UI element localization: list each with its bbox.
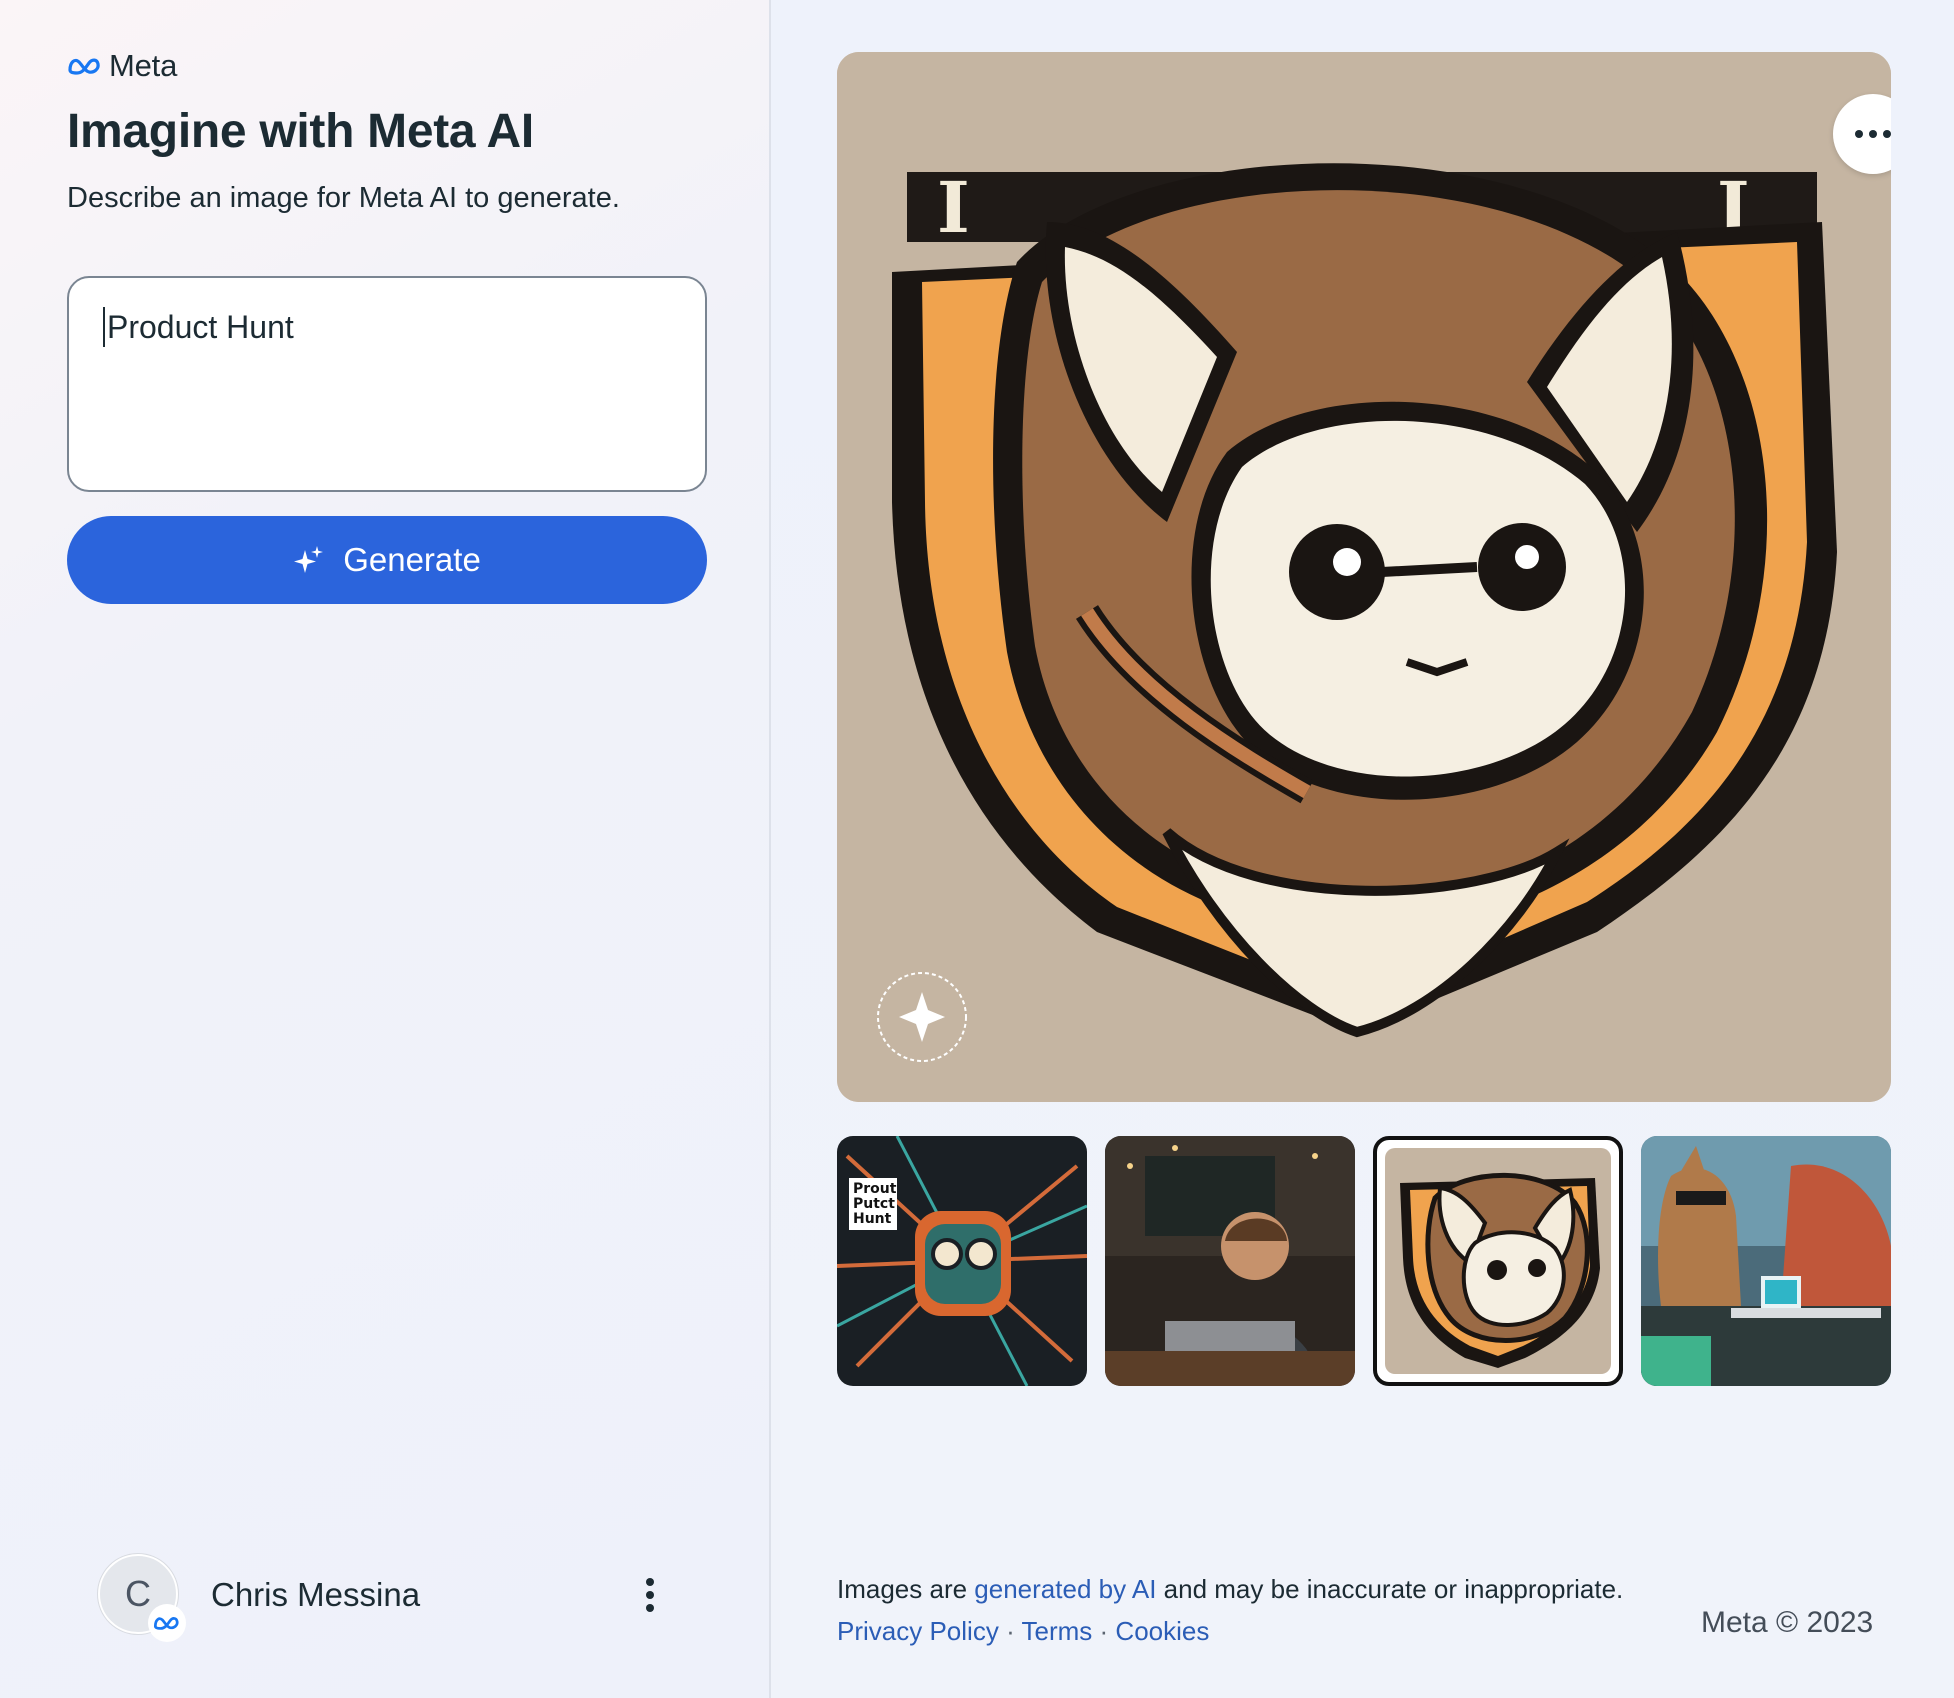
avatar-initial: C xyxy=(125,1573,151,1614)
fox-pilot-illustration: I I xyxy=(837,52,1891,1102)
thumbnail-2-image xyxy=(1105,1136,1355,1386)
thumbnail-4[interactable] xyxy=(1641,1136,1891,1386)
user-menu-button[interactable] xyxy=(638,1572,662,1618)
thumb-caption-line: Hunt xyxy=(853,1211,892,1227)
left-panel: Meta Imagine with Meta AI Describe an im… xyxy=(0,0,771,1698)
more-dot xyxy=(1869,130,1877,138)
copyright: Meta © 2023 xyxy=(1701,1606,1874,1639)
footer-links: Privacy Policy · Terms · Cookies xyxy=(837,1616,1209,1647)
more-dot xyxy=(1883,130,1891,138)
terms-link[interactable]: Terms xyxy=(1022,1616,1093,1646)
link-separator: · xyxy=(1099,1616,1109,1646)
generate-button-label: Generate xyxy=(343,541,481,578)
thumbnail-1-image: Prout Putct Hunt xyxy=(837,1136,1087,1386)
thumbnail-3-image xyxy=(1385,1148,1611,1374)
generated-by-ai-link[interactable]: generated by AI xyxy=(974,1574,1156,1604)
page-title: Imagine with Meta AI xyxy=(67,105,534,158)
avatar-meta-badge xyxy=(148,1604,186,1642)
app-root: Meta Imagine with Meta AI Describe an im… xyxy=(0,0,1954,1698)
generated-image-main[interactable]: I I xyxy=(837,52,1891,1102)
right-panel: I I Prout Putct Hunt Images are generate… xyxy=(771,0,1954,1698)
banner-left-text: I xyxy=(937,166,970,249)
kebab-dot xyxy=(646,1591,654,1599)
cookies-link[interactable]: Cookies xyxy=(1115,1616,1209,1646)
disclaimer-suffix: and may be inaccurate or inappropriate. xyxy=(1156,1574,1624,1604)
user-profile: C Chris Messina xyxy=(98,1554,668,1642)
thumbnail-3-selected[interactable] xyxy=(1373,1136,1623,1386)
page-subtitle: Describe an image for Meta AI to generat… xyxy=(67,182,620,214)
privacy-policy-link[interactable]: Privacy Policy xyxy=(837,1616,999,1646)
user-name: Chris Messina xyxy=(211,1576,421,1613)
thumbnail-1[interactable]: Prout Putct Hunt xyxy=(837,1136,1087,1386)
prompt-input-value: Product Hunt xyxy=(103,307,294,347)
thumbnail-strip: Prout Putct Hunt xyxy=(837,1136,1891,1386)
meta-badge-icon xyxy=(153,1617,179,1630)
sparkle-icon xyxy=(294,546,324,573)
thumbnail-4-image xyxy=(1641,1136,1891,1386)
thumb-caption-line: Putct xyxy=(853,1196,895,1212)
ai-disclaimer: Images are generated by AI and may be in… xyxy=(837,1574,1623,1605)
meta-infinity-icon xyxy=(68,58,100,75)
meta-wordmark: Meta xyxy=(109,48,178,83)
link-separator: · xyxy=(1006,1616,1015,1646)
kebab-dot xyxy=(646,1604,654,1612)
prompt-input[interactable]: Product Hunt xyxy=(67,276,707,492)
kebab-dot xyxy=(646,1578,654,1586)
disclaimer-prefix: Images are xyxy=(837,1574,975,1604)
more-dot xyxy=(1855,130,1863,138)
thumbnail-2[interactable] xyxy=(1105,1136,1355,1386)
generate-button[interactable]: Generate xyxy=(67,516,707,604)
thumb-caption-line: Prout xyxy=(853,1181,897,1197)
meta-logo[interactable]: Meta xyxy=(67,48,177,84)
